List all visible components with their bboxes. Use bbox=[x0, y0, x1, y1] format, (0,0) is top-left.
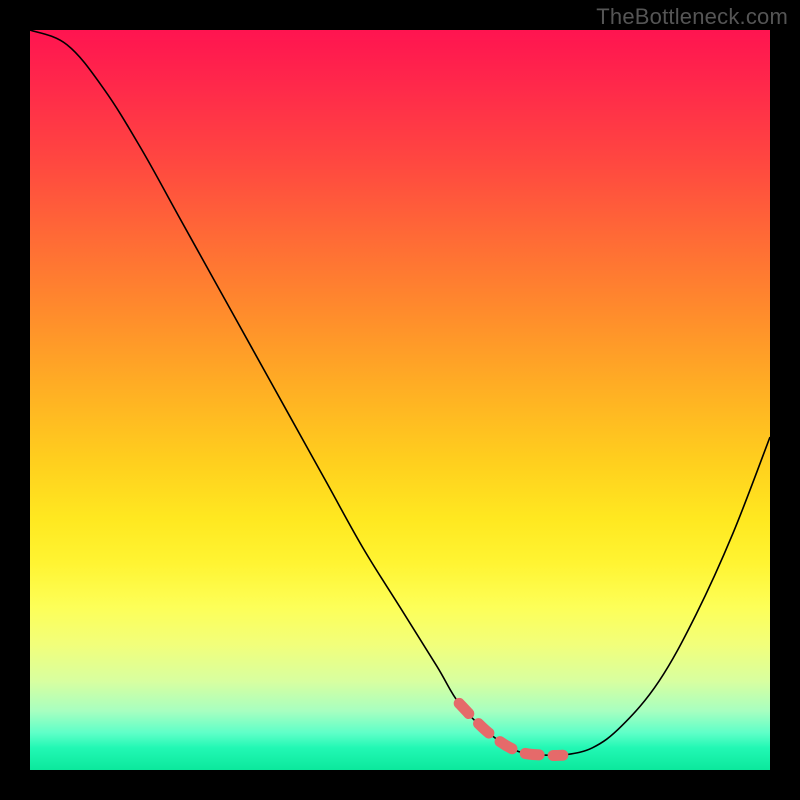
bottleneck-curve bbox=[30, 30, 770, 756]
optimal-range-highlight bbox=[459, 703, 563, 755]
watermark-text: TheBottleneck.com bbox=[596, 4, 788, 30]
chart-svg bbox=[30, 30, 770, 770]
chart-plot-area bbox=[30, 30, 770, 770]
